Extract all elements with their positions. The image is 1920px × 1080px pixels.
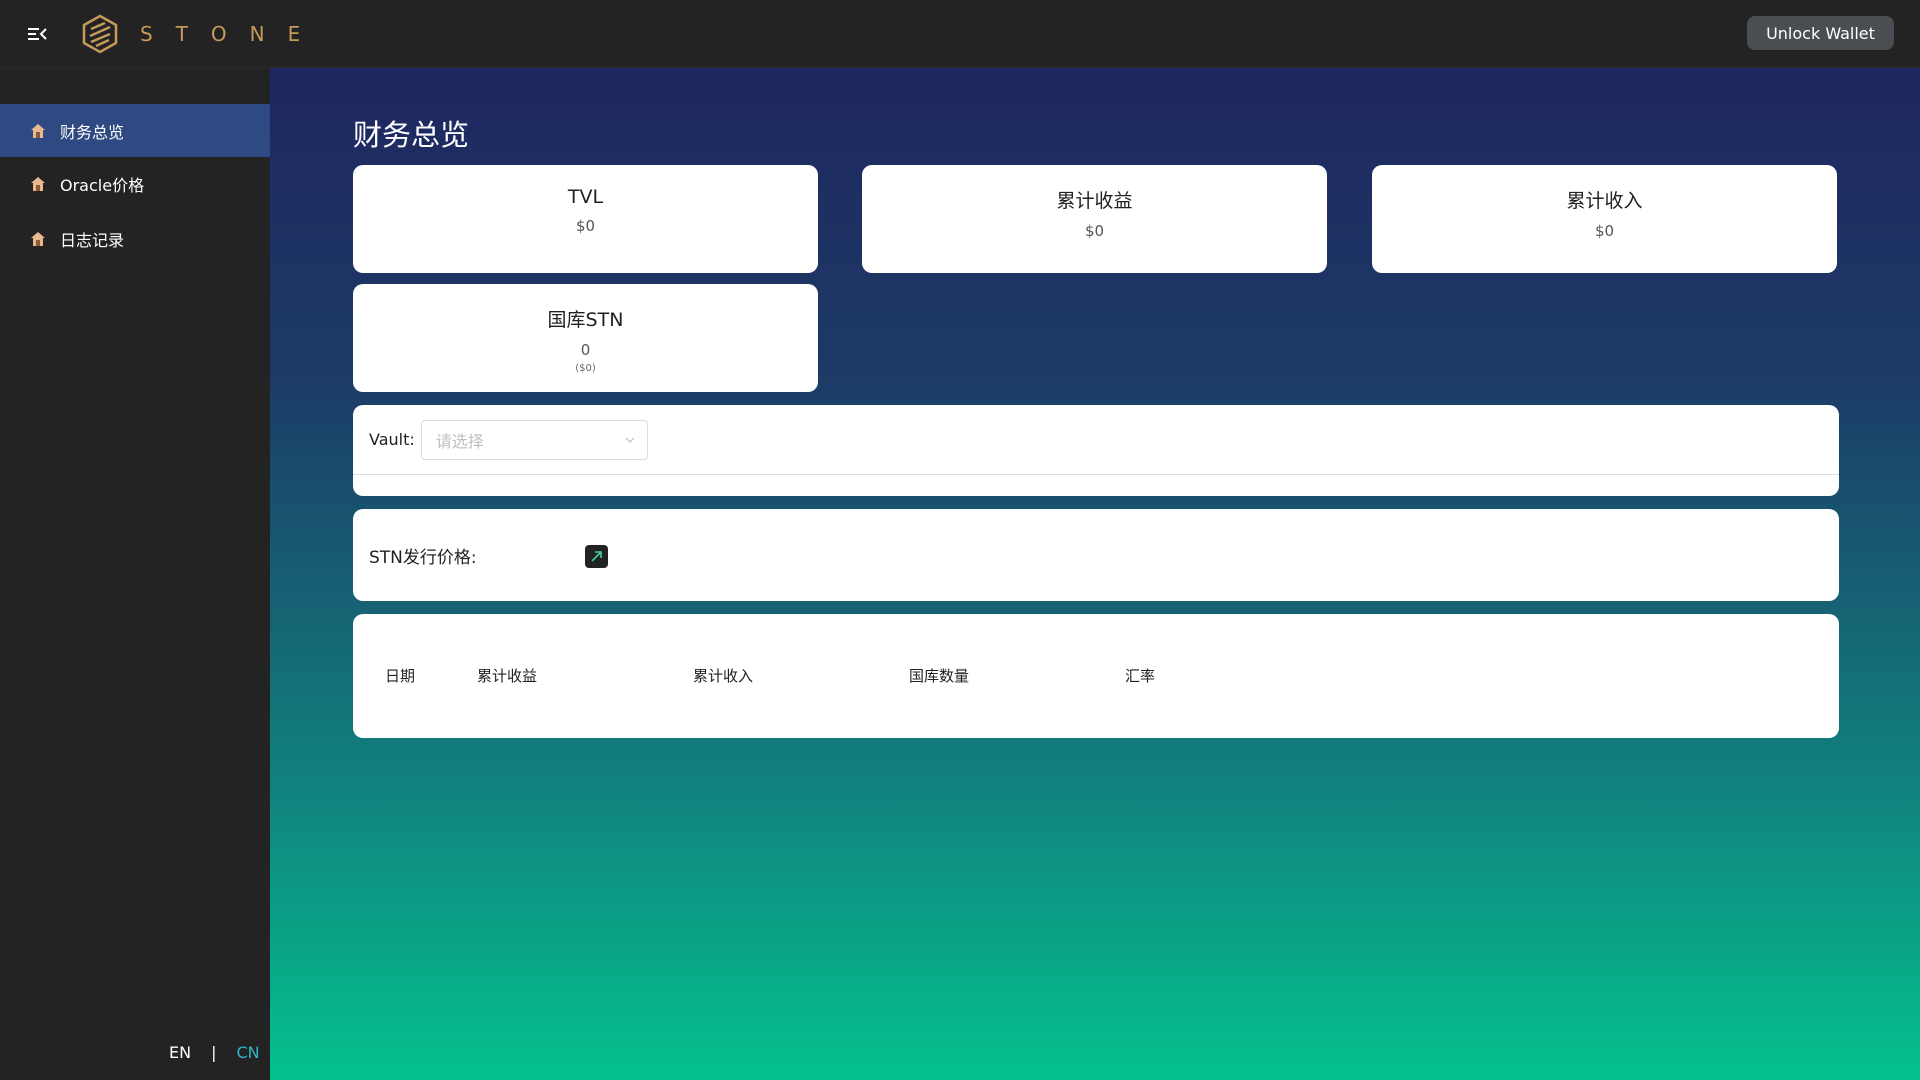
table-header-cumulative-revenue: 累计收入 — [693, 667, 754, 685]
vault-select-placeholder: 请选择 — [435, 431, 484, 451]
stat-title: TVL — [567, 186, 604, 208]
external-link-icon[interactable] — [585, 545, 608, 568]
table-header-exchange-rate: 汇率 — [1125, 667, 1156, 685]
lang-en-option[interactable]: EN — [169, 1043, 191, 1062]
chevron-down-icon — [625, 437, 635, 443]
page-title: 财务总览 — [353, 118, 470, 152]
stat-title: 国库STN — [547, 309, 624, 331]
home-icon — [31, 231, 45, 246]
stat-title: 累计收益 — [1056, 190, 1133, 212]
stn-price-card: STN发行价格: — [353, 509, 1839, 601]
stat-sub-value: ($0) — [575, 363, 596, 374]
table-header-date: 日期 — [385, 667, 416, 685]
vault-card: Vault: 请选择 — [353, 405, 1839, 496]
stat-card-cumulative-earnings: 累计收益 $0 — [862, 165, 1327, 273]
history-table: 日期 累计收益 累计收入 国库数量 汇率 — [353, 614, 1839, 738]
sidebar-item-finance-overview[interactable]: 财务总览 — [0, 104, 270, 157]
stat-value: $0 — [1084, 222, 1105, 240]
sidebar-item-label: 日志记录 — [60, 230, 125, 250]
home-icon — [31, 176, 45, 191]
vault-select[interactable]: 请选择 — [420, 419, 648, 460]
table-header-cumulative-earnings: 累计收益 — [477, 667, 538, 685]
main-content: 财务总览 TVL $0 累计收益 $0 累计收入 $0 国库STN 0 ($0)… — [270, 68, 1920, 1080]
vault-row: Vault: 请选择 — [353, 405, 1839, 475]
stat-title: 累计收入 — [1566, 190, 1643, 212]
stat-value: $0 — [575, 217, 596, 235]
vault-label: Vault: — [369, 430, 415, 449]
stone-logo-icon — [82, 14, 118, 54]
table-header-treasury-amount: 国库数量 — [909, 667, 970, 685]
stat-card-cumulative-revenue: 累计收入 $0 — [1372, 165, 1837, 273]
menu-collapse-icon[interactable] — [26, 24, 48, 44]
sidebar-item-label: 财务总览 — [60, 122, 125, 142]
app-logo[interactable]: STONE — [80, 14, 323, 54]
language-switch: EN | CN — [169, 1043, 260, 1062]
sidebar-item-logs[interactable]: 日志记录 — [0, 212, 270, 265]
top-bar: STONE Unlock Wallet — [0, 0, 1920, 68]
logo-text: STONE — [140, 22, 324, 46]
stat-card-tvl: TVL $0 — [353, 165, 818, 273]
lang-separator: | — [211, 1043, 217, 1062]
home-icon — [31, 123, 45, 138]
unlock-wallet-button[interactable]: Unlock Wallet — [1747, 16, 1894, 50]
stat-value: 0 — [580, 341, 591, 359]
stn-price-label: STN发行价格: — [369, 547, 477, 568]
sidebar-item-oracle-price[interactable]: Oracle价格 — [0, 157, 270, 210]
sidebar-item-label: Oracle价格 — [60, 175, 145, 195]
stat-card-treasury-stn: 国库STN 0 ($0) — [353, 284, 818, 392]
lang-cn-option[interactable]: CN — [236, 1043, 259, 1062]
stat-value: $0 — [1594, 222, 1615, 240]
sidebar: 财务总览 Oracle价格 日志记录 — [0, 68, 270, 1080]
